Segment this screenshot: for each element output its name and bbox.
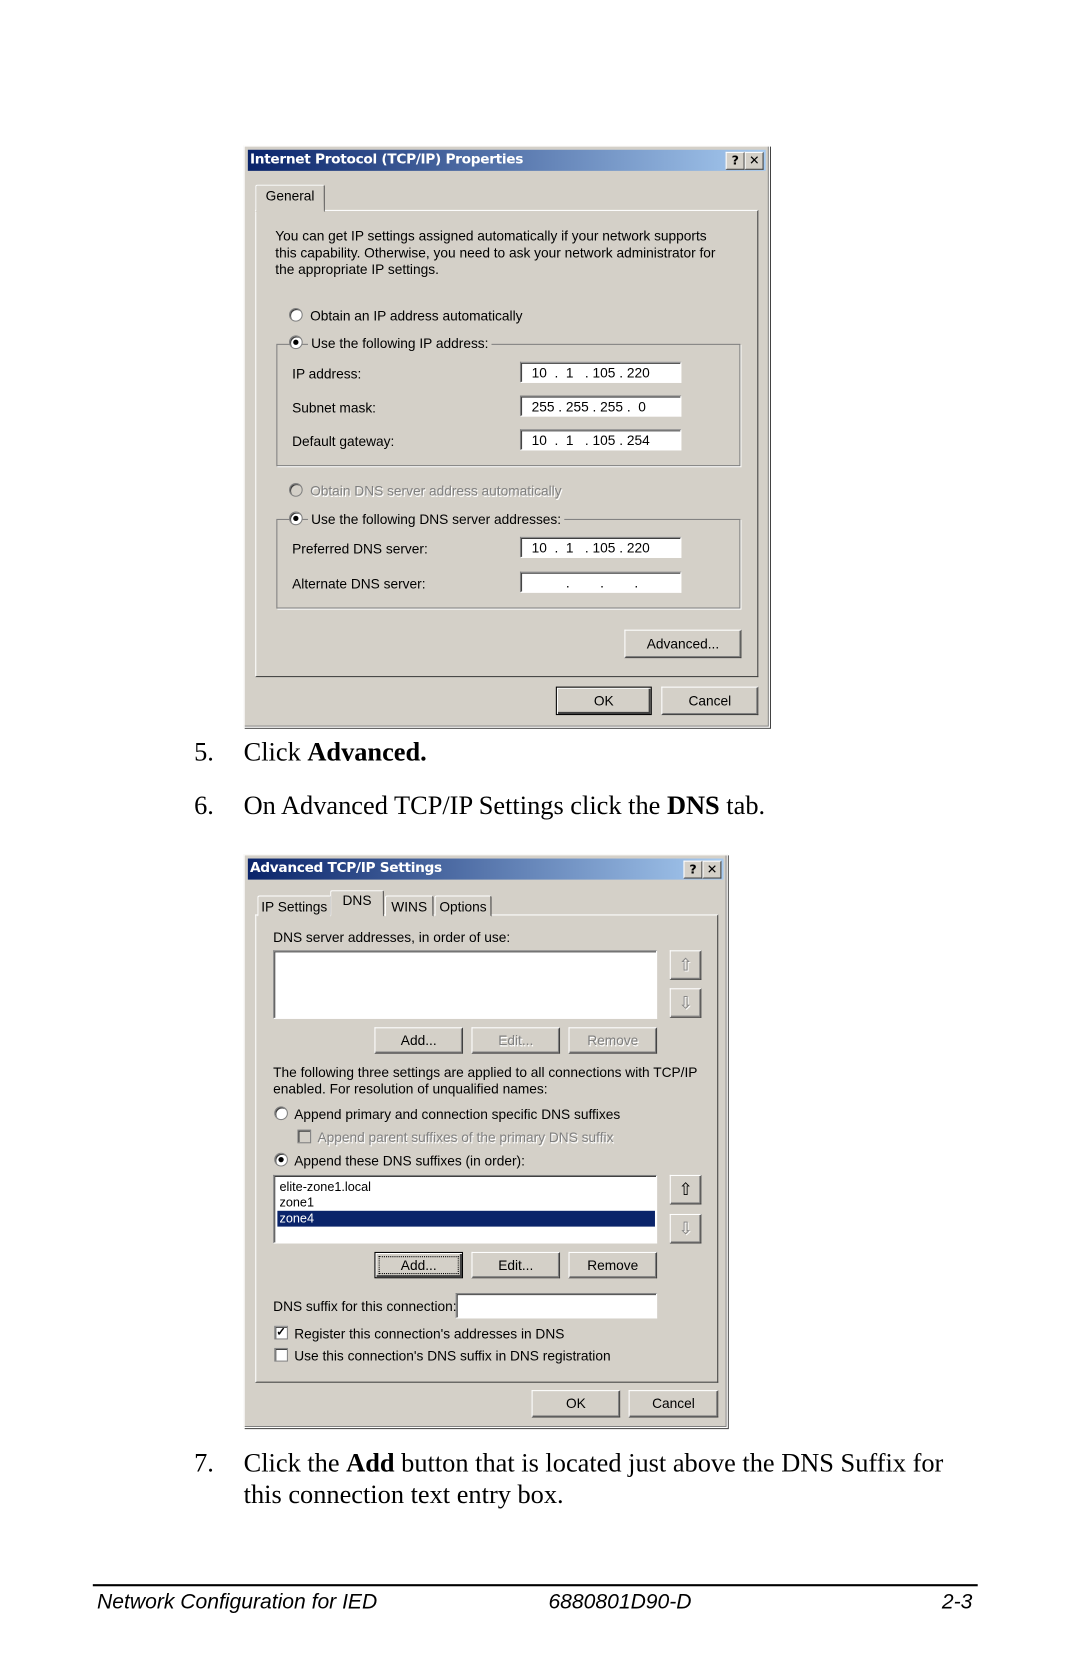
step-number: 7. xyxy=(194,1449,214,1478)
close-button[interactable]: ✕ xyxy=(744,151,764,170)
advanced-button[interactable]: Advanced... xyxy=(624,629,742,659)
dns-edit-button[interactable]: Edit... xyxy=(471,1027,561,1054)
move-up-icon[interactable]: ⇧ xyxy=(669,950,702,980)
radio-use-dns-label: Use the following DNS server addresses: xyxy=(307,511,565,528)
move-up-icon[interactable]: ⇧ xyxy=(669,1174,702,1205)
radio-use-dns[interactable] xyxy=(288,511,303,526)
move-down-icon[interactable]: ⇩ xyxy=(669,1213,702,1244)
footer-doc-number: 6880801D90-D xyxy=(548,1590,692,1614)
dns-add-button[interactable]: Add... xyxy=(374,1027,464,1054)
description-line: the appropriate IP settings. xyxy=(275,261,439,278)
radio-obtain-dns-label: Obtain DNS server address automatically xyxy=(310,483,562,499)
tcpip-properties-dialog: Internet Protocol (TCP/IP) Properties ? … xyxy=(243,145,770,728)
info-line: enabled. For resolution of unqualified n… xyxy=(273,1081,548,1097)
step-number: 5. xyxy=(194,738,214,767)
list-item-selected[interactable]: zone4 xyxy=(277,1210,655,1227)
help-button[interactable]: ? xyxy=(725,151,745,170)
list-item[interactable]: zone1 xyxy=(277,1195,655,1211)
list-item[interactable]: elite-zone1.local xyxy=(277,1179,655,1195)
step-text-bold: DNS xyxy=(666,792,720,821)
radio-obtain-ip-label: Obtain an IP address automatically xyxy=(310,307,523,324)
tab-options[interactable]: Options xyxy=(434,895,492,917)
footer-rule xyxy=(92,1584,978,1587)
preferred-dns-field[interactable]: 10 . 1 . 105 . 220 xyxy=(519,536,682,558)
radio-append-primary[interactable] xyxy=(274,1106,288,1121)
subnet-mask-label: Subnet mask: xyxy=(292,399,377,416)
radio-append-these[interactable] xyxy=(274,1152,288,1167)
tab-wins[interactable]: WINS xyxy=(384,895,434,917)
alternate-dns-field[interactable]: . . . xyxy=(519,571,682,593)
tab-ip-settings[interactable]: IP Settings xyxy=(257,895,332,917)
tab-dns[interactable]: DNS xyxy=(330,890,384,917)
radio-use-ip[interactable] xyxy=(288,335,303,350)
gateway-field[interactable]: 10 . 1 . 105 . 254 xyxy=(519,429,682,451)
suffix-edit-button[interactable]: Edit... xyxy=(471,1251,561,1279)
suffix-add-label: Add... xyxy=(378,1256,459,1275)
title-bar: Internet Protocol (TCP/IP) Properties ? … xyxy=(247,149,766,171)
dns-remove-button[interactable]: Remove xyxy=(568,1027,658,1054)
step-text-plain: On Advanced TCP/IP Settings click the xyxy=(243,792,667,821)
description-line: You can get IP settings assigned automat… xyxy=(275,227,707,244)
step-text: Click the Add button that is located jus… xyxy=(244,1449,944,1479)
suffix-add-button[interactable]: Add... xyxy=(374,1251,464,1279)
radio-append-primary-label: Append primary and connection specific D… xyxy=(294,1106,621,1123)
tab-general[interactable]: General xyxy=(255,184,325,212)
description-line: this capability. Otherwise, you need to … xyxy=(275,244,716,261)
radio-append-these-label: Append these DNS suffixes (in order): xyxy=(294,1152,525,1169)
step-text-bold: Advanced. xyxy=(307,738,427,767)
advanced-tcpip-dialog: Advanced TCP/IP Settings ? ✕ IP Settings… xyxy=(243,854,728,1429)
cancel-button[interactable]: Cancel xyxy=(628,1390,719,1418)
ok-button[interactable]: OK xyxy=(555,686,652,716)
help-button[interactable]: ? xyxy=(683,860,703,879)
dns-servers-label: DNS server addresses, in order of use: xyxy=(273,929,511,946)
ip-address-label: IP address: xyxy=(292,365,362,382)
dns-group xyxy=(276,518,741,609)
dns-suffix-label: DNS suffix for this connection: xyxy=(273,1298,457,1315)
step-text-after: button that is located just above the DN… xyxy=(394,1449,944,1478)
title-bar: Advanced TCP/IP Settings ? ✕ xyxy=(247,858,724,880)
gateway-label: Default gateway: xyxy=(292,433,395,450)
step-text-line2: this connection text entry box. xyxy=(243,1480,564,1510)
radio-use-ip-label: Use the following IP address: xyxy=(307,335,492,352)
subnet-mask-field[interactable]: 255 . 255 . 255 . 0 xyxy=(519,395,682,417)
checkbox-register-label: Register this connection's addresses in … xyxy=(294,1325,565,1342)
info-line: The following three settings are applied… xyxy=(273,1064,698,1081)
checkbox-register[interactable]: ✓ xyxy=(274,1325,288,1340)
footer-page-number: 2-3 xyxy=(941,1590,973,1614)
step-text-plain: Click xyxy=(243,738,308,767)
move-down-icon[interactable]: ⇩ xyxy=(669,988,702,1018)
cancel-button[interactable]: Cancel xyxy=(661,686,759,716)
step-text-bold: Add xyxy=(346,1449,395,1478)
dns-servers-list[interactable] xyxy=(273,950,658,1019)
close-button[interactable]: ✕ xyxy=(702,860,722,879)
dns-suffix-input[interactable] xyxy=(455,1293,658,1319)
suffix-remove-button[interactable]: Remove xyxy=(568,1251,658,1279)
radio-obtain-dns[interactable] xyxy=(288,483,303,497)
step-text-after: tab. xyxy=(719,792,766,821)
alternate-dns-label: Alternate DNS server: xyxy=(292,575,426,592)
checkbox-append-parent[interactable] xyxy=(297,1129,312,1144)
ip-address-field[interactable]: 10 . 1 . 105 . 220 xyxy=(519,361,682,383)
ok-button[interactable]: OK xyxy=(531,1390,621,1418)
checkbox-append-parent-label: Append parent suffixes of the primary DN… xyxy=(317,1129,614,1146)
dialog-title: Advanced TCP/IP Settings xyxy=(249,860,442,877)
suffix-list[interactable]: elite-zone1.local zone1 zone4 xyxy=(273,1174,658,1244)
radio-obtain-ip[interactable] xyxy=(288,307,303,322)
step-text: On Advanced TCP/IP Settings click the DN… xyxy=(244,792,765,822)
step-text-plain: Click the xyxy=(243,1449,347,1478)
checkbox-use-suffix-label: Use this connection's DNS suffix in DNS … xyxy=(294,1347,611,1364)
preferred-dns-label: Preferred DNS server: xyxy=(292,541,428,557)
step-text: Click Advanced. xyxy=(244,738,427,768)
step-number: 6. xyxy=(194,792,214,821)
footer-title: Network Configuration for IED xyxy=(97,1590,378,1614)
checkbox-use-suffix[interactable] xyxy=(274,1347,288,1362)
dialog-title: Internet Protocol (TCP/IP) Properties xyxy=(249,151,524,168)
